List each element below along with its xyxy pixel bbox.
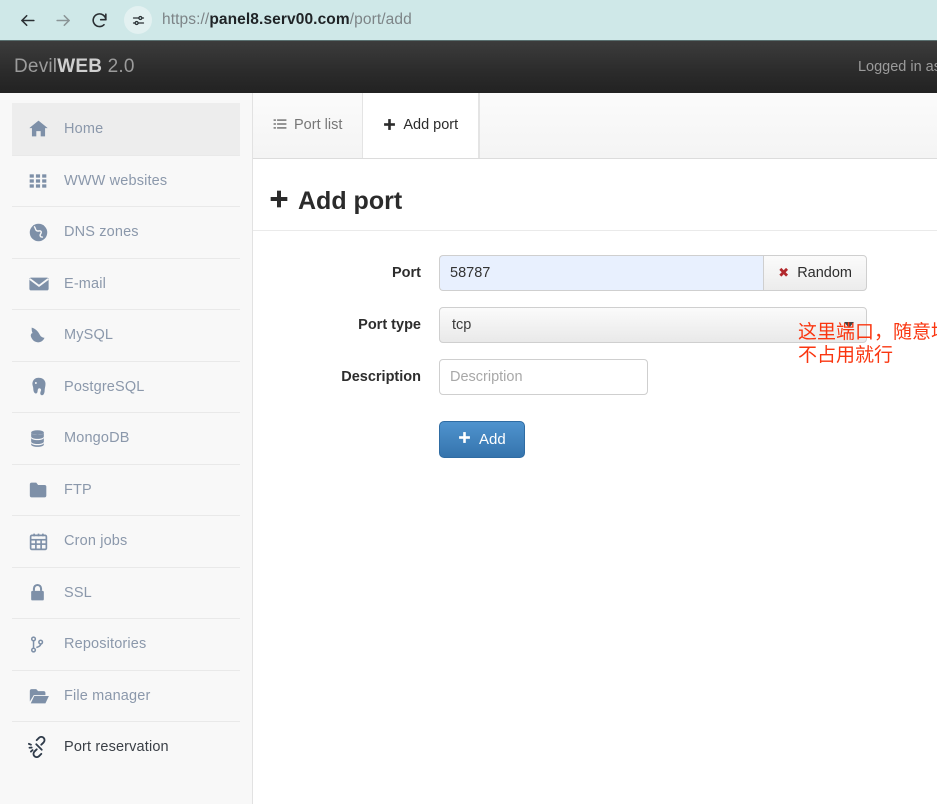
url-scheme: https://	[162, 11, 209, 28]
dolphin-icon	[28, 324, 58, 346]
sidebar-item-label: Repositories	[64, 636, 146, 652]
brand-suffix: 2.0	[102, 56, 135, 77]
sidebar-item-mysql[interactable]: MySQL	[12, 309, 240, 361]
sidebar-item-label: Home	[64, 121, 103, 137]
sidebar-item-label: DNS zones	[64, 224, 139, 240]
calendar-icon	[28, 531, 58, 552]
add-port-form: Port ✖ Random Port type tcp	[253, 231, 937, 458]
forward-button[interactable]	[46, 3, 80, 37]
sidebar-item-label: FTP	[64, 482, 92, 498]
form-row-port-type: Port type tcp	[253, 307, 937, 343]
browser-toolbar: https://panel8.serv00.com/port/add	[0, 0, 937, 40]
sidebar-item-label: WWW websites	[64, 173, 167, 189]
brand-logo[interactable]: DevilWEB 2.0	[14, 56, 135, 78]
tab-bar-filler	[479, 93, 937, 158]
sidebar-item-label: SSL	[64, 585, 92, 601]
port-type-select[interactable]: tcp	[439, 307, 867, 343]
random-port-button[interactable]: ✖ Random	[763, 255, 867, 291]
arrow-left-icon	[18, 11, 37, 30]
port-label: Port	[253, 265, 439, 281]
sidebar-item-dns-zones[interactable]: DNS zones	[12, 206, 240, 258]
logged-in-label: Logged in as	[858, 59, 937, 75]
tab-add-port[interactable]: Add port	[363, 93, 479, 158]
brand-prefix: Devil	[14, 56, 57, 77]
sidebar-item-mongodb[interactable]: MongoDB	[12, 412, 240, 464]
sidebar-item-www-websites[interactable]: WWW websites	[12, 155, 240, 207]
page-body: Home WWW websites DNS zones E-mail MySQL	[0, 93, 937, 804]
sidebar-item-label: Port reservation	[64, 739, 169, 755]
sidebar-item-ssl[interactable]: SSL	[12, 567, 240, 619]
sidebar-item-repositories[interactable]: Repositories	[12, 618, 240, 670]
sidebar-item-label: File manager	[64, 688, 150, 704]
description-input[interactable]	[439, 359, 648, 395]
app-header: DevilWEB 2.0 Logged in as	[0, 40, 937, 93]
tab-label: Port list	[294, 117, 342, 133]
plus-icon	[383, 118, 396, 133]
add-button-label: Add	[479, 431, 506, 448]
folder-icon	[28, 479, 58, 501]
envelope-icon	[28, 273, 58, 295]
page-title-text: Add port	[298, 187, 402, 216]
main-content: Port list Add port Add port Port	[253, 93, 937, 804]
port-input-group: ✖ Random	[439, 255, 867, 291]
port-type-label: Port type	[253, 317, 439, 333]
tab-label: Add port	[403, 117, 458, 133]
url-text: https://panel8.serv00.com/port/add	[162, 11, 412, 29]
back-button[interactable]	[10, 3, 44, 37]
port-type-value: tcp	[452, 317, 471, 333]
chevron-down-icon	[844, 322, 854, 328]
git-branch-icon	[28, 635, 58, 654]
sidebar-item-home[interactable]: Home	[12, 103, 240, 155]
page-title: Add port	[253, 159, 937, 231]
grid-icon	[28, 171, 58, 191]
port-input[interactable]	[439, 255, 763, 291]
globe-icon	[28, 222, 58, 243]
sidebar-item-label: Cron jobs	[64, 533, 127, 549]
port-type-field-area: tcp	[439, 307, 937, 343]
sidebar-item-label: MongoDB	[64, 430, 130, 446]
sidebar-item-label: PostgreSQL	[64, 379, 145, 395]
tab-bar: Port list Add port	[253, 93, 937, 159]
sidebar-item-port-reservation[interactable]: Port reservation	[12, 721, 240, 773]
sidebar-item-ftp[interactable]: FTP	[12, 464, 240, 516]
lock-icon	[28, 583, 58, 602]
brand-bold: WEB	[57, 56, 102, 77]
address-bar[interactable]: https://panel8.serv00.com/port/add	[124, 4, 927, 36]
sidebar-item-label: E-mail	[64, 276, 106, 292]
description-label: Description	[253, 369, 439, 385]
description-field-area	[439, 359, 937, 395]
elephant-icon	[28, 376, 58, 397]
form-row-port: Port ✖ Random	[253, 255, 937, 291]
url-host: panel8.serv00.com	[209, 11, 349, 28]
random-button-label: Random	[797, 265, 852, 281]
sidebar-item-cron-jobs[interactable]: Cron jobs	[12, 515, 240, 567]
sidebar-item-label: MySQL	[64, 327, 113, 343]
sidebar-item-postgresql[interactable]: PostgreSQL	[12, 361, 240, 413]
plus-icon	[269, 189, 289, 215]
tab-port-list[interactable]: Port list	[253, 93, 363, 158]
port-plug-icon	[28, 736, 58, 758]
reload-button[interactable]	[82, 3, 116, 37]
sidebar-item-file-manager[interactable]: File manager	[12, 670, 240, 722]
home-icon	[28, 118, 58, 139]
list-icon	[273, 117, 287, 133]
plus-icon	[458, 431, 471, 448]
add-button[interactable]: Add	[439, 421, 525, 458]
database-icon	[28, 429, 58, 448]
open-folder-icon	[28, 685, 58, 707]
port-field-area: ✖ Random	[439, 255, 937, 291]
form-row-description: Description	[253, 359, 937, 395]
reload-icon	[90, 11, 109, 30]
x-mark-icon: ✖	[778, 265, 789, 281]
sidebar: Home WWW websites DNS zones E-mail MySQL	[0, 93, 253, 804]
url-path: /port/add	[350, 11, 412, 28]
arrow-right-icon	[54, 11, 73, 30]
site-settings-sliders-icon[interactable]	[124, 6, 152, 34]
sidebar-item-email[interactable]: E-mail	[12, 258, 240, 310]
